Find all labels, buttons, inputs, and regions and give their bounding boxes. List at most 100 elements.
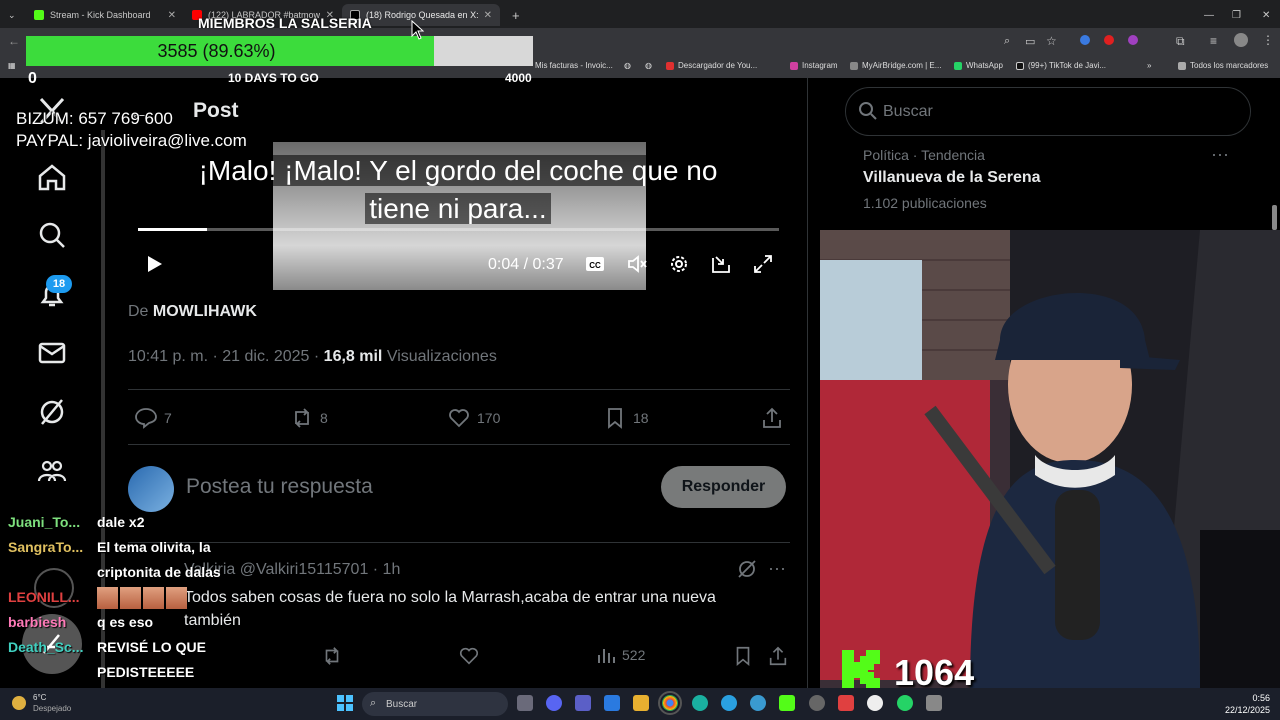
chat-username: barbiesh	[8, 614, 67, 630]
bookmarks-overflow-icon[interactable]: »	[1147, 61, 1151, 70]
menu-list-icon[interactable]: ≡	[1210, 34, 1217, 48]
share-icon[interactable]	[767, 645, 789, 667]
reply-action[interactable]: 7	[134, 406, 172, 430]
telegram-icon[interactable]	[721, 695, 737, 711]
communities-icon[interactable]	[37, 456, 67, 486]
teams-icon[interactable]	[575, 695, 591, 711]
weather-temp[interactable]: 6°C	[33, 693, 46, 702]
chat-username: SangraTo...	[8, 539, 84, 555]
close-icon[interactable]: ✕	[484, 10, 492, 21]
bookmark-folder[interactable]: Todos los marcadores	[1178, 61, 1268, 70]
file-explorer-icon[interactable]	[633, 695, 649, 711]
apps-grid-icon[interactable]: ▦	[8, 61, 16, 70]
weather-moon-icon[interactable]	[12, 696, 26, 710]
new-tab-button[interactable]: +	[504, 4, 524, 26]
video-progress-bar[interactable]	[138, 228, 779, 231]
views-action[interactable]: 522	[596, 645, 645, 665]
heart-icon[interactable]	[458, 645, 480, 667]
mail-icon[interactable]	[37, 338, 67, 368]
taskbar-clock[interactable]: 0:56 22/12/2025	[1220, 692, 1270, 716]
bookmark-item[interactable]: Instagram	[790, 61, 838, 70]
views-label: Visualizaciones	[382, 348, 497, 365]
scrollbar[interactable]	[1272, 205, 1277, 230]
maximize-button[interactable]: ❐	[1224, 4, 1249, 26]
chat-text: REVISÉ LO QUE	[97, 639, 206, 655]
discord-icon[interactable]	[546, 695, 562, 711]
obs-icon[interactable]	[867, 695, 883, 711]
home-icon[interactable]	[37, 162, 67, 192]
reply-button[interactable]: Responder	[661, 466, 786, 508]
chrome-icon[interactable]	[658, 691, 682, 715]
globe-icon[interactable]: ◍	[624, 61, 631, 70]
tab-search-button[interactable]: ⌄	[0, 4, 24, 26]
back-arrow-icon[interactable]: ←	[8, 34, 20, 48]
instagram-icon	[790, 61, 798, 70]
extension-icon[interactable]	[1128, 35, 1138, 45]
goal-min: 0	[28, 70, 37, 87]
chat-emotes	[97, 587, 187, 609]
bookmark-action[interactable]: 18	[603, 406, 649, 430]
pip-icon[interactable]	[710, 253, 732, 275]
post-timestamp[interactable]: 10:41 p. m. · 21 dic. 2025 ·	[128, 348, 324, 365]
star-bookmark-icon[interactable]: ☆	[1046, 34, 1057, 48]
app-icon[interactable]	[926, 695, 942, 711]
task-view-icon[interactable]	[517, 695, 533, 711]
source-prefix: De	[128, 303, 149, 320]
reply-input[interactable]: Postea tu respuesta	[186, 475, 373, 499]
weather-desc[interactable]: Despejado	[33, 704, 71, 713]
play-icon[interactable]	[143, 253, 165, 275]
globe-icon[interactable]: ◍	[645, 61, 652, 70]
source-link[interactable]: MOWLIHAWK	[153, 303, 257, 320]
windows-start-icon[interactable]	[337, 695, 353, 711]
kick-app-icon[interactable]	[779, 695, 795, 711]
app-icon[interactable]	[809, 695, 825, 711]
grok-icon[interactable]	[37, 397, 67, 427]
bookmark-item[interactable]: (99+) TikTok de Javi...	[1016, 61, 1106, 70]
profile-avatar[interactable]	[1234, 33, 1248, 47]
views-count: 16,8 mil	[323, 348, 383, 365]
zoom-icon[interactable]: ⌕	[1004, 35, 1010, 48]
video-subtitles: ¡Malo! ¡Malo! Y el gordo del coche que n…	[128, 152, 788, 228]
share-action[interactable]	[760, 406, 784, 430]
goal-progress-bar: 3585 (89.63%)	[26, 36, 533, 66]
bookmark-item[interactable]: WhatsApp	[954, 61, 1003, 70]
outlook-icon[interactable]	[604, 695, 620, 711]
settings-gear-icon[interactable]	[668, 253, 690, 275]
close-window-button[interactable]: ✕	[1254, 4, 1278, 26]
captions-icon[interactable]: CC	[584, 253, 606, 275]
app-icon[interactable]	[838, 695, 854, 711]
trend-name[interactable]: Villanueva de la Serena	[863, 169, 1041, 187]
avatar[interactable]	[128, 466, 174, 512]
cast-icon[interactable]: ▭	[1025, 35, 1035, 48]
bookmark-item[interactable]: MyAirBridge.com | E...	[850, 61, 941, 70]
mute-icon[interactable]	[626, 253, 648, 275]
bookmark-icon[interactable]	[732, 645, 754, 667]
extension-icon[interactable]	[1080, 35, 1090, 45]
repost-icon[interactable]	[321, 645, 343, 667]
repost-action[interactable]: 8	[290, 406, 328, 430]
video-source: De MOWLIHAWK	[128, 303, 257, 321]
more-horizontal-icon[interactable]: ···	[768, 558, 786, 579]
repost-count: 8	[320, 410, 328, 426]
fullscreen-icon[interactable]	[752, 253, 774, 275]
more-horizontal-icon[interactable]: ···	[1211, 144, 1229, 165]
extension-icon[interactable]	[1104, 35, 1114, 45]
grok-icon[interactable]	[736, 558, 758, 580]
divider	[128, 389, 790, 390]
chat-text: dale x2	[97, 514, 145, 530]
taskbar-search[interactable]: ⌕ Buscar	[362, 692, 508, 716]
minimize-button[interactable]: —	[1196, 4, 1222, 26]
close-icon[interactable]: ✕	[168, 10, 176, 21]
divider	[128, 542, 790, 543]
bookmark-item[interactable]: Descargador de You...	[666, 61, 757, 70]
puzzle-icon[interactable]: ⧉	[1176, 34, 1185, 49]
search-icon[interactable]	[37, 220, 67, 250]
more-vert-icon[interactable]: ⋮	[1262, 33, 1274, 47]
tab-kick-dashboard[interactable]: Stream - Kick Dashboard ✕	[26, 4, 184, 26]
app-icon[interactable]	[750, 695, 766, 711]
whatsapp-icon[interactable]	[897, 695, 913, 711]
like-action[interactable]: 170	[447, 406, 500, 430]
edge-icon[interactable]	[692, 695, 708, 711]
taskbar-search-label: Buscar	[386, 698, 418, 710]
bookmark-item[interactable]: Mis facturas - Invoic...	[535, 61, 613, 70]
